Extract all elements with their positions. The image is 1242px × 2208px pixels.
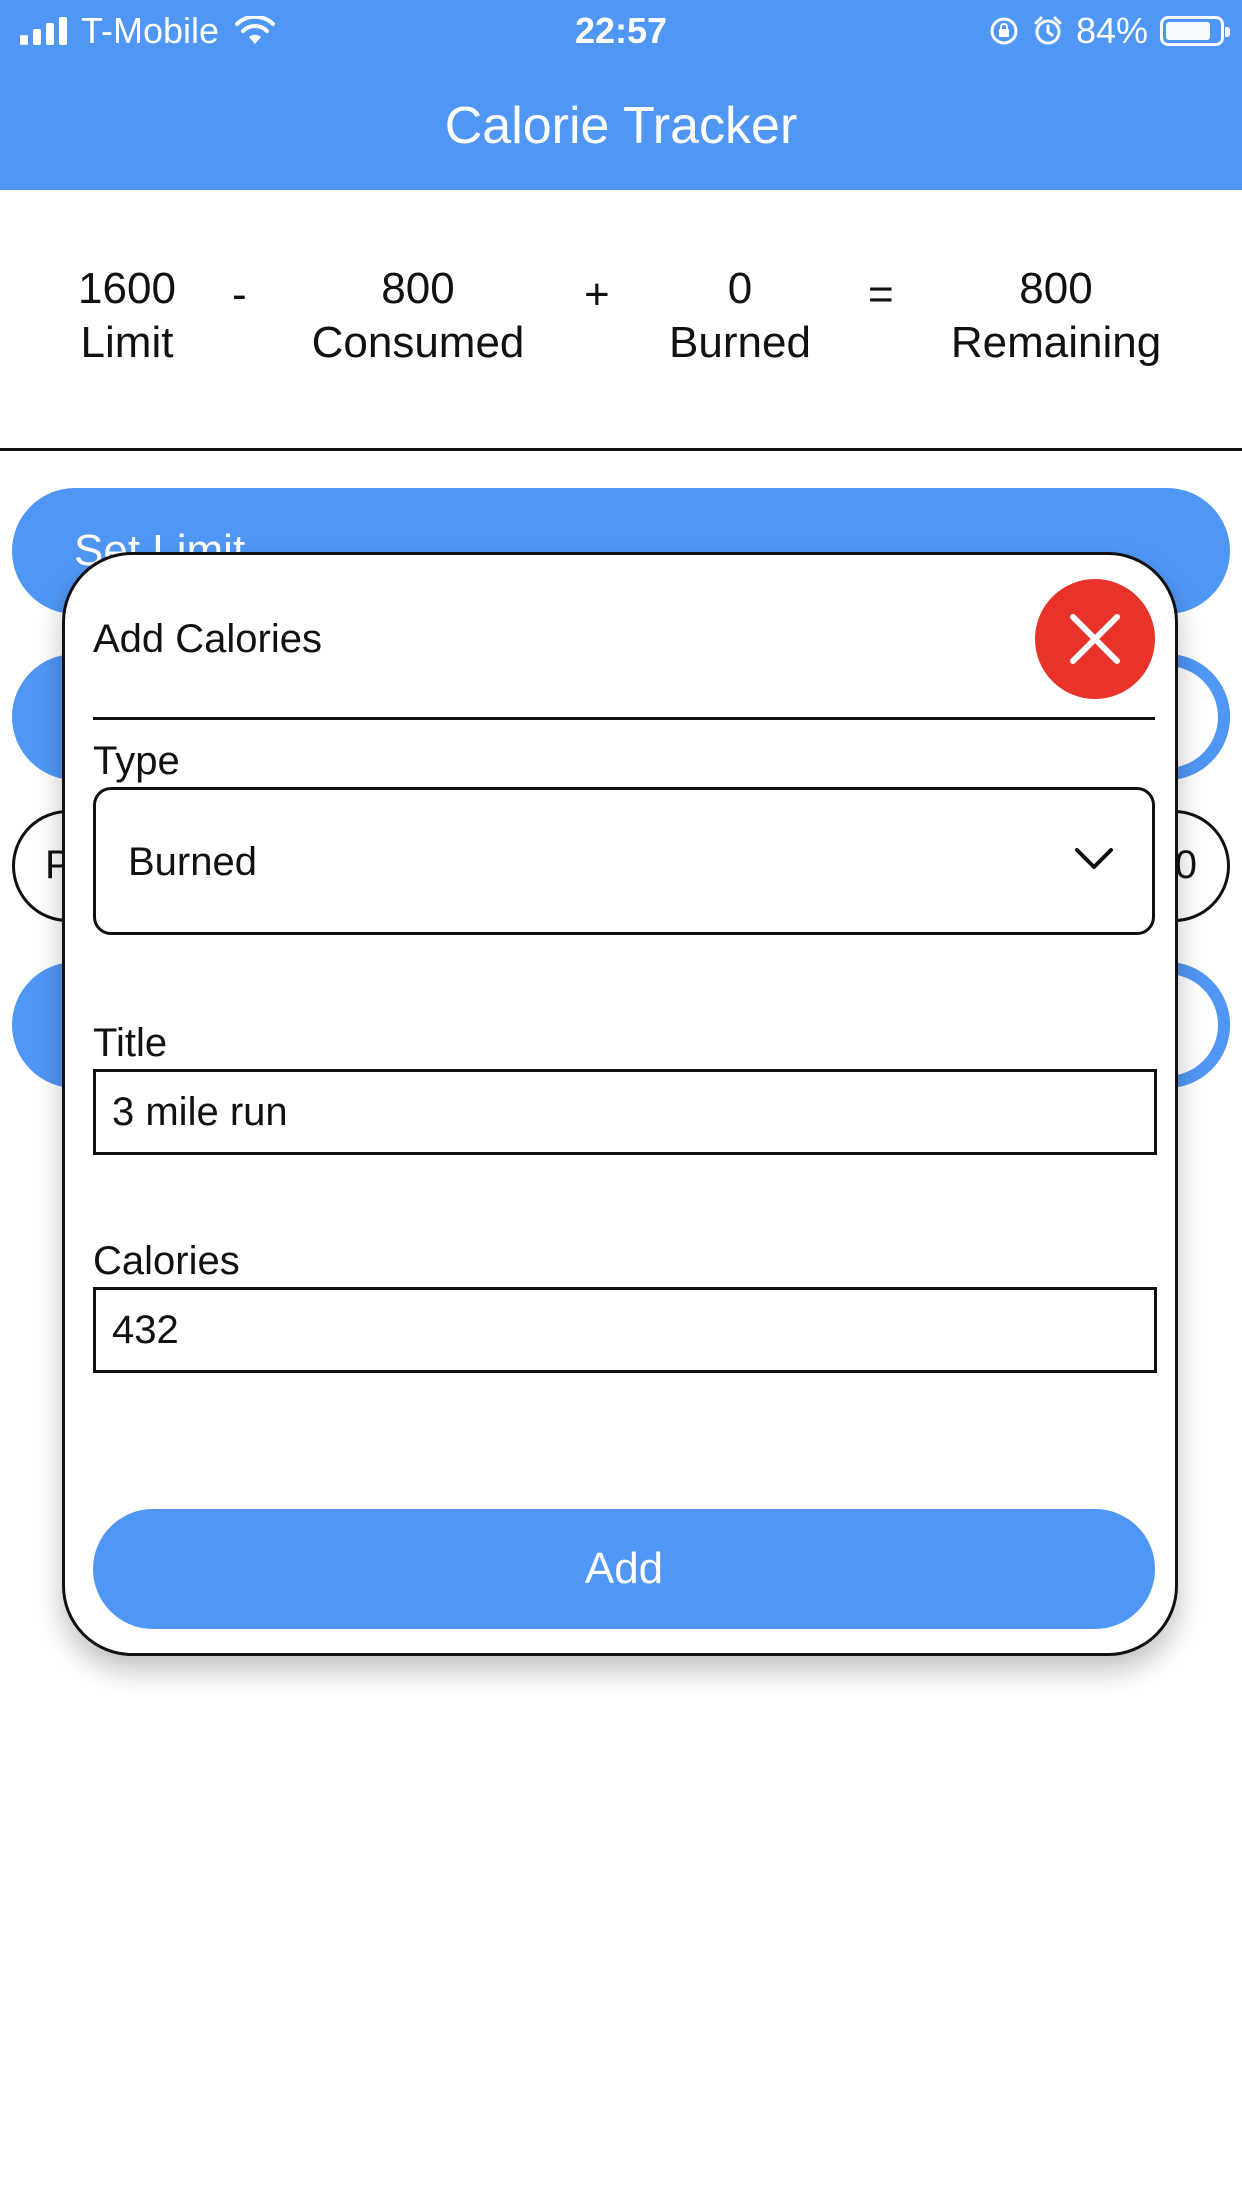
title-input[interactable] <box>93 1069 1157 1155</box>
entry-row-right-text: 0 <box>1174 843 1197 887</box>
summary-divider <box>0 448 1242 451</box>
battery-icon <box>1160 16 1230 46</box>
status-bar: T-Mobile 22:57 84% <box>0 0 1242 62</box>
page-title: Calorie Tracker <box>444 97 798 155</box>
limit-value: 1600 <box>78 264 176 313</box>
type-label: Type <box>93 739 180 783</box>
plus-operator: + <box>584 270 610 319</box>
equals-operator: = <box>868 270 894 319</box>
battery-nub <box>1225 27 1230 37</box>
status-bar-right: 84% <box>988 10 1230 52</box>
modal-title: Add Calories <box>93 617 323 661</box>
summary-remaining: 800 Remaining <box>946 262 1166 370</box>
app-header: T-Mobile 22:57 84% Calorie Tracker <box>0 0 1242 190</box>
type-select-value: Burned <box>128 840 257 884</box>
close-icon <box>1070 614 1120 664</box>
burned-label: Burned <box>669 318 811 367</box>
summary-limit: 1600 Limit <box>62 262 192 370</box>
minus-operator: - <box>232 270 247 319</box>
calories-label: Calories <box>93 1239 240 1283</box>
add-calories-modal: Add Calories Type Burned Title Calories … <box>62 552 1178 1656</box>
modal-divider <box>93 717 1155 720</box>
battery-percent: 84% <box>1075 10 1148 51</box>
burned-value: 0 <box>727 264 753 313</box>
close-button[interactable] <box>1035 579 1155 699</box>
summary-consumed: 800 Consumed <box>300 262 536 370</box>
summary-burned: 0 Burned <box>660 262 820 370</box>
add-button[interactable]: Add <box>93 1509 1155 1629</box>
calorie-summary: 1600 Limit - 800 Consumed + 0 Burned = 8… <box>0 262 1242 392</box>
alarm-icon <box>1034 16 1062 45</box>
calories-input[interactable] <box>93 1287 1157 1373</box>
chevron-down-icon <box>1075 848 1113 869</box>
rotation-lock-icon <box>990 17 1018 45</box>
consumed-label: Consumed <box>311 318 525 367</box>
title-label: Title <box>93 1021 168 1065</box>
remaining-value: 800 <box>1019 264 1093 313</box>
consumed-value: 800 <box>381 264 455 313</box>
type-select[interactable]: Burned <box>93 787 1155 935</box>
remaining-label: Remaining <box>950 318 1162 367</box>
battery-level-fill <box>1166 22 1210 40</box>
limit-label: Limit <box>80 318 174 367</box>
